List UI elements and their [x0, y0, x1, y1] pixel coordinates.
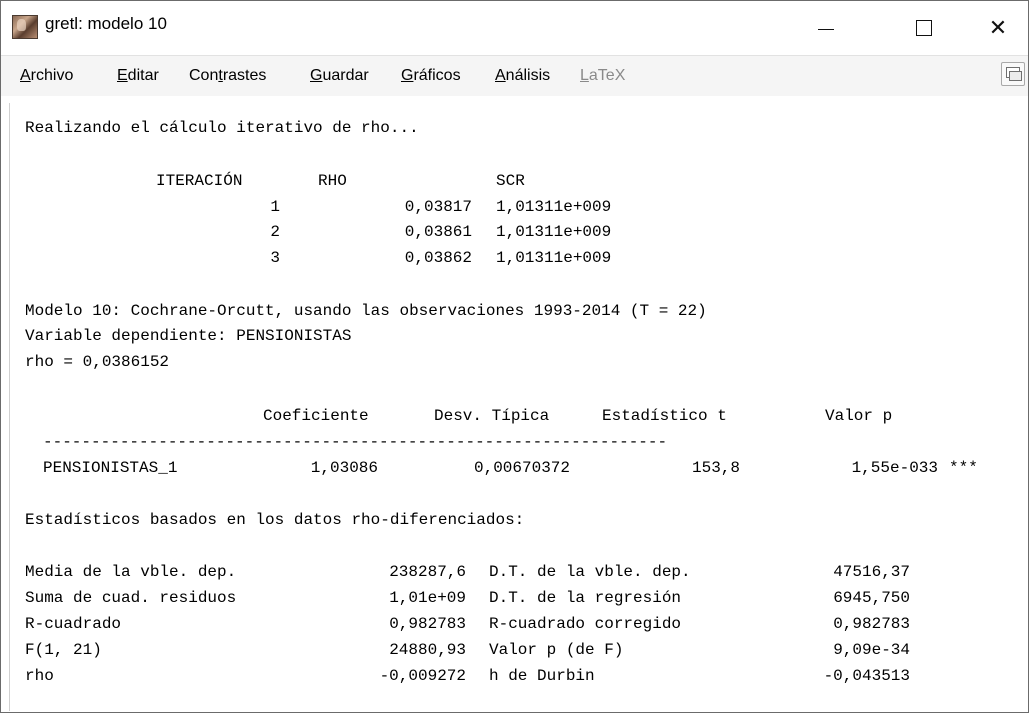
table-separator: ----------------------------------------… — [43, 433, 668, 451]
close-icon: ✕ — [988, 15, 1008, 41]
model-description: Modelo 10: Cochrane-Orcutt, usando las o… — [25, 302, 707, 320]
se-value: 0,00670372 — [473, 459, 570, 477]
stat-label: rho — [25, 667, 54, 685]
menu-label: Con — [189, 67, 219, 84]
stat-value: 9,09e-34 — [833, 641, 910, 659]
stat-value: 6945,750 — [833, 589, 910, 607]
stat-value: 1,01e+09 — [389, 589, 466, 607]
rho-col-header: RHO — [318, 172, 347, 190]
iter-col-header: ITERACIÓN — [156, 172, 243, 190]
significance-stars: *** — [949, 459, 978, 477]
maximize-icon — [916, 20, 932, 36]
menu-mnemonic: L — [580, 67, 589, 84]
stat-value: -0,009272 — [379, 667, 466, 685]
menu-editar[interactable]: Editar — [117, 67, 159, 85]
gretl-model-window: gretl: modelo 10 ✕ Archivo Editar Contra… — [0, 0, 1029, 713]
coef-col-header: Coeficiente — [263, 407, 369, 425]
menu-contrastes[interactable]: Contrastes — [189, 67, 266, 85]
menu-mnemonic: G — [310, 67, 323, 84]
menu-label: nálisis — [505, 67, 551, 84]
stat-label: F(1, 21) — [25, 641, 102, 659]
scr-cell: 1,01311e+009 — [496, 223, 612, 241]
maximize-button[interactable] — [894, 1, 954, 55]
stat-value: 47516,37 — [833, 563, 910, 581]
output-header: Realizando el cálculo iterativo de rho..… — [25, 119, 419, 137]
rho-cell: 0,03862 — [404, 249, 472, 267]
stat-label: D.T. de la vble. dep. — [489, 563, 691, 581]
minimize-icon — [818, 28, 834, 30]
gretl-app-icon[interactable] — [12, 15, 38, 39]
stat-label: Suma de cuad. residuos — [25, 589, 237, 607]
menu-label: ditar — [127, 67, 159, 84]
stat-value: 238287,6 — [389, 563, 466, 581]
stat-value: 0,982783 — [833, 615, 910, 633]
rho-value-line: rho = 0,0386152 — [25, 353, 170, 371]
menu-label: uardar — [322, 67, 369, 84]
iter-cell: 2 — [270, 223, 280, 241]
stat-value: 0,982783 — [389, 615, 466, 633]
menu-analisis[interactable]: Análisis — [495, 67, 550, 85]
stats-header: Estadísticos basados en los datos rho-di… — [25, 511, 525, 529]
minimize-button[interactable] — [796, 1, 856, 55]
stat-label: Valor p (de F) — [489, 641, 624, 659]
stat-label: R-cuadrado — [25, 615, 122, 633]
menu-guardar[interactable]: Guardar — [310, 67, 369, 85]
tstat-col-header: Estadístico t — [602, 407, 727, 425]
rho-cell: 0,03817 — [404, 198, 472, 216]
pvalue-col-header: Valor p — [825, 407, 893, 425]
dependent-variable: Variable dependiente: PENSIONISTAS — [25, 327, 352, 345]
menu-bar: Archivo Editar Contrastes Guardar Gráfic… — [1, 55, 1028, 96]
window-stack-icon[interactable] — [1001, 62, 1025, 86]
menu-label: aTeX — [588, 67, 626, 84]
menu-mnemonic: A — [495, 67, 506, 84]
rho-cell: 0,03861 — [404, 223, 472, 241]
iter-cell: 3 — [270, 249, 280, 267]
scr-cell: 1,01311e+009 — [496, 249, 612, 267]
model-output-text[interactable]: Realizando el cálculo iterativo de rho..… — [9, 103, 1018, 711]
pvalue-value: 1,55e-033 — [851, 459, 938, 477]
stat-value: 24880,93 — [389, 641, 466, 659]
se-col-header: Desv. Típica — [434, 407, 550, 425]
scr-col-header: SCR — [496, 172, 525, 190]
coef-row-name: PENSIONISTAS_1 — [43, 459, 178, 477]
menu-mnemonic: G — [401, 67, 414, 84]
title-bar[interactable]: gretl: modelo 10 ✕ — [1, 1, 1028, 55]
stat-label: h de Durbin — [489, 667, 595, 685]
menu-mnemonic: E — [117, 67, 128, 84]
window-title: gretl: modelo 10 — [45, 14, 167, 33]
scr-cell: 1,01311e+009 — [496, 198, 612, 216]
stat-label: R-cuadrado corregido — [489, 615, 682, 633]
menu-label: ráficos — [413, 67, 461, 84]
stat-label: Media de la vble. dep. — [25, 563, 237, 581]
menu-label: rchivo — [30, 67, 74, 84]
iter-cell: 1 — [270, 198, 280, 216]
menu-mnemonic: A — [20, 67, 31, 84]
menu-label: rastes — [222, 67, 267, 84]
stat-label: D.T. de la regresión — [489, 589, 682, 607]
menu-archivo[interactable]: Archivo — [20, 67, 73, 85]
stat-value: -0,043513 — [823, 667, 910, 685]
close-button[interactable]: ✕ — [968, 1, 1028, 55]
coef-value: 1,03086 — [310, 459, 378, 477]
tstat-value: 153,8 — [691, 459, 740, 477]
menu-graficos[interactable]: Gráficos — [401, 67, 461, 85]
menu-latex[interactable]: LaTeX — [580, 67, 625, 85]
